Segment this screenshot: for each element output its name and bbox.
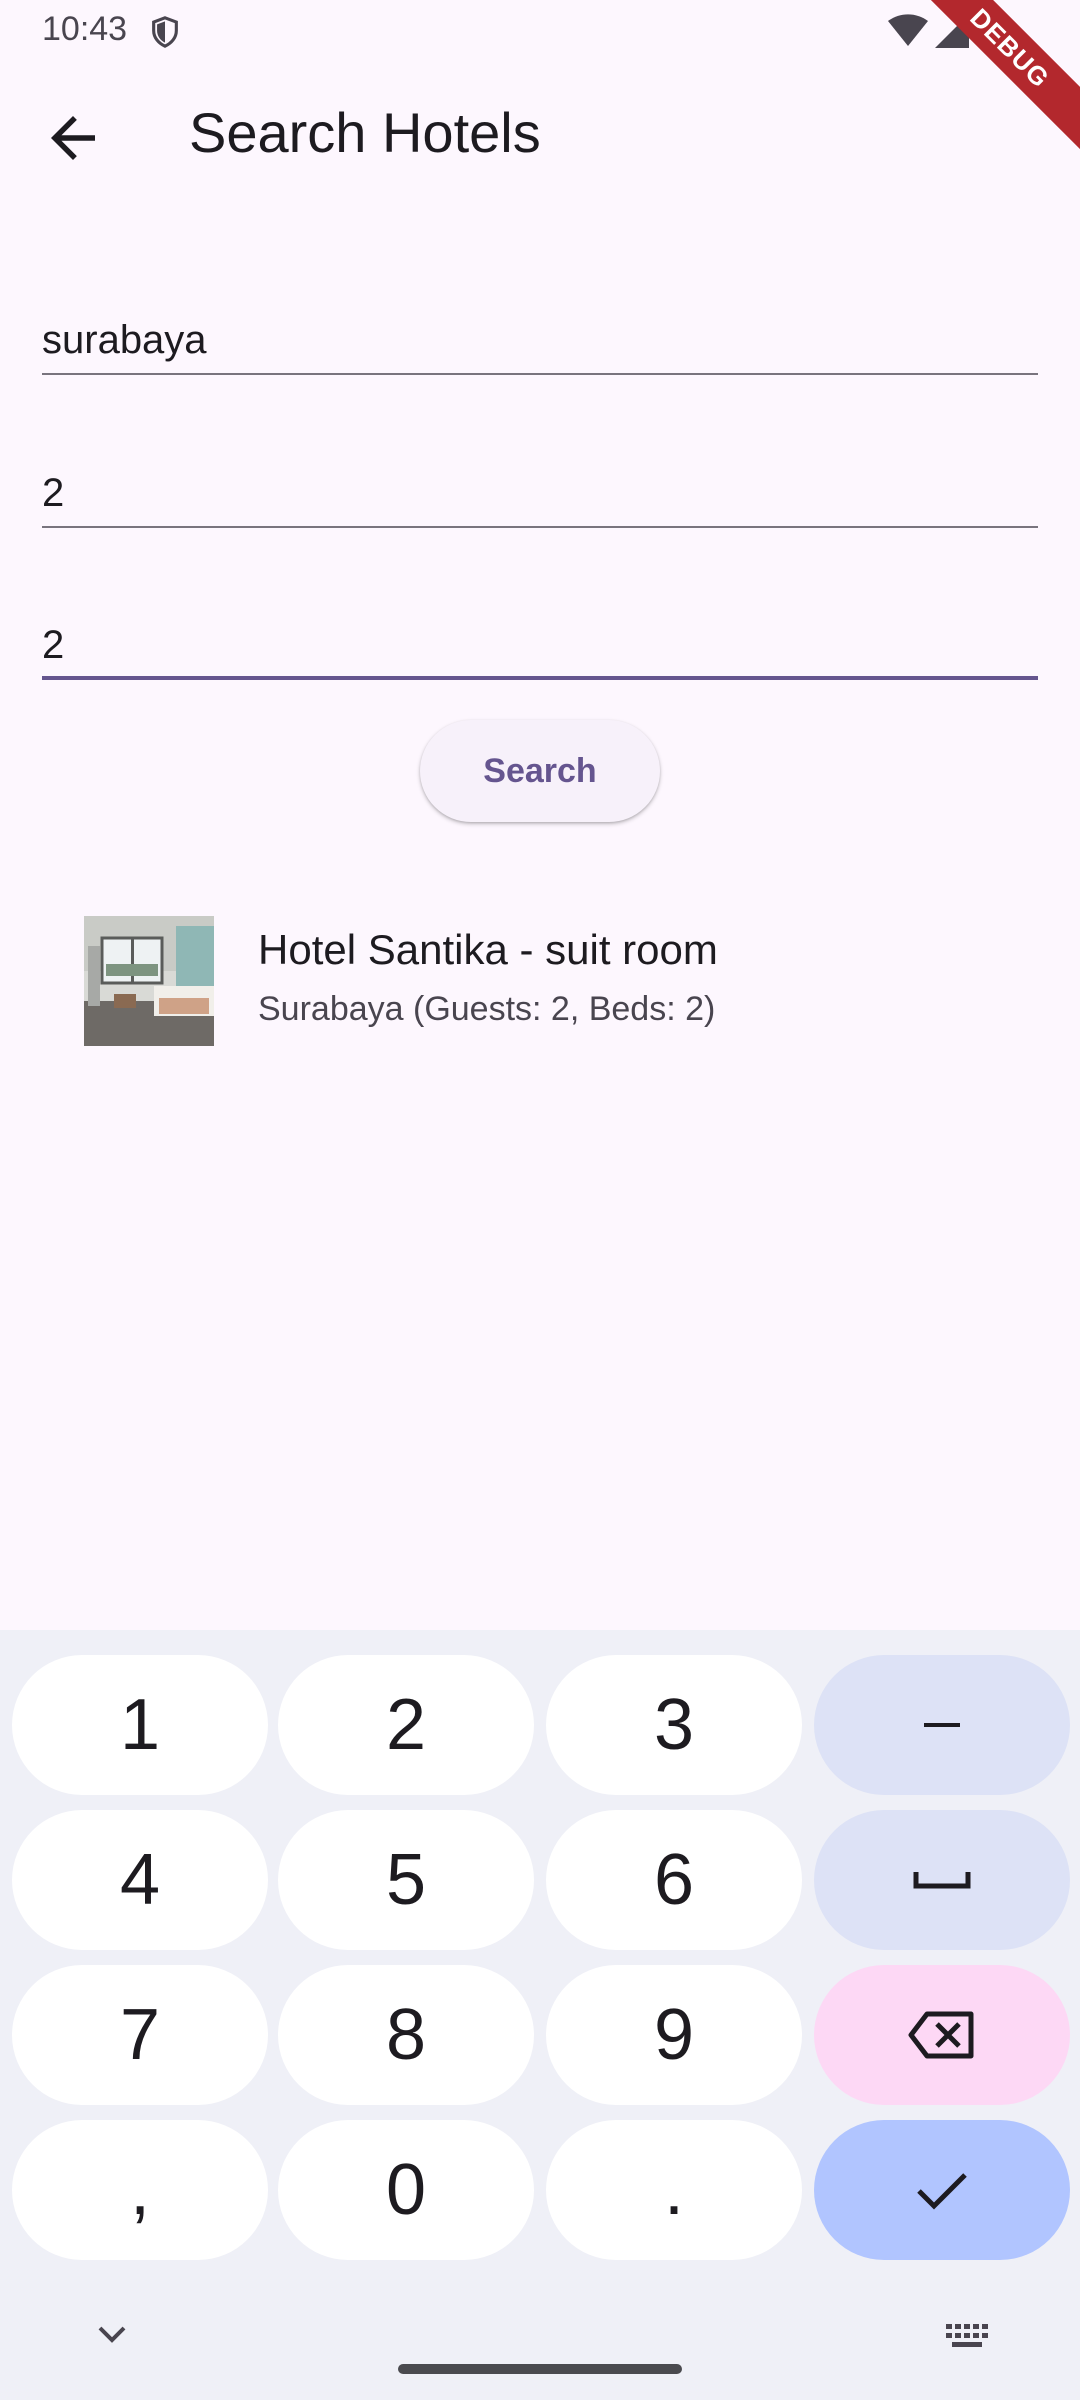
key-done[interactable] (814, 2120, 1070, 2260)
key-minus[interactable] (814, 1655, 1070, 1795)
search-button[interactable]: Search (420, 720, 660, 822)
key-9[interactable]: 9 (546, 1965, 802, 2105)
location-field[interactable] (42, 265, 1038, 375)
beds-input[interactable] (42, 570, 1038, 680)
guests-input[interactable] (42, 418, 1038, 528)
key-backspace[interactable] (814, 1965, 1070, 2105)
key-space[interactable] (814, 1810, 1070, 1950)
hotel-room-thumbnail (84, 916, 214, 1046)
key-8[interactable]: 8 (278, 1965, 534, 2105)
key-4[interactable]: 4 (12, 1810, 268, 1950)
wifi-icon (888, 14, 928, 47)
key-6[interactable]: 6 (546, 1810, 802, 1950)
minus-icon (924, 1723, 960, 1727)
key-1[interactable]: 1 (12, 1655, 268, 1795)
page-title: Search Hotels (189, 101, 541, 164)
guests-underline (42, 526, 1038, 528)
checkmark-icon (917, 2173, 967, 2210)
location-underline (42, 373, 1038, 375)
key-7[interactable]: 7 (12, 1965, 268, 2105)
hotel-subtitle: Surabaya (Guests: 2, Beds: 2) (258, 990, 716, 1028)
numeric-keyboard: 1 2 3 4 5 6 7 8 9 , 0 . (0, 1630, 1080, 2400)
key-comma[interactable]: , (12, 2120, 268, 2260)
beds-field[interactable] (42, 570, 1038, 680)
key-3[interactable]: 3 (546, 1655, 802, 1795)
key-2[interactable]: 2 (278, 1655, 534, 1795)
home-indicator[interactable] (398, 2364, 682, 2374)
status-time: 10:43 (42, 10, 128, 48)
back-arrow-icon[interactable] (40, 105, 106, 171)
space-icon (913, 1872, 971, 1889)
status-bar: 10:43 (0, 0, 1080, 64)
guests-field[interactable] (42, 418, 1038, 528)
list-item[interactable]: Hotel Santika - suit room Surabaya (Gues… (0, 896, 1080, 1066)
key-5[interactable]: 5 (278, 1810, 534, 1950)
key-0[interactable]: 0 (278, 2120, 534, 2260)
backspace-icon (908, 2011, 974, 2059)
shield-icon (152, 16, 178, 48)
key-period[interactable]: . (546, 2120, 802, 2260)
hotel-title: Hotel Santika - suit room (258, 926, 718, 973)
keyboard-icon[interactable] (944, 2322, 992, 2350)
location-input[interactable] (42, 265, 1038, 375)
chevron-down-icon[interactable] (90, 2320, 134, 2350)
beds-underline (42, 676, 1038, 680)
